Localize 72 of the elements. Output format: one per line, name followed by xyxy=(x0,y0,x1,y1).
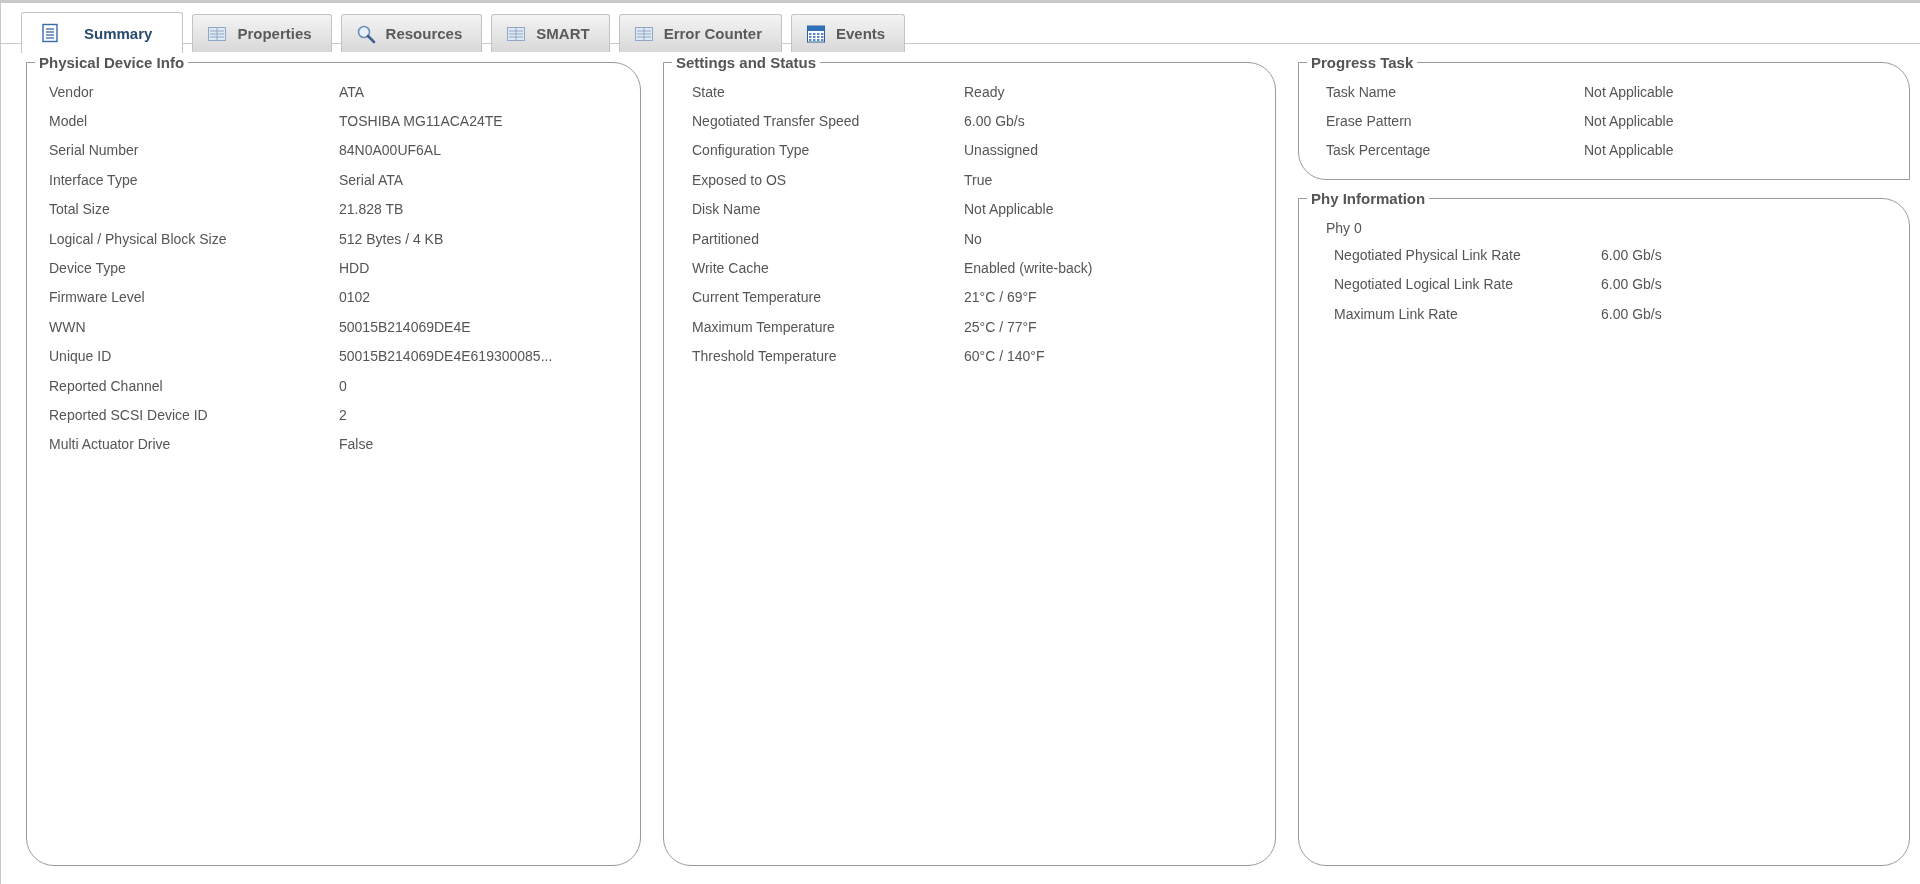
field-value: False xyxy=(339,436,374,453)
field-label: Threshold Temperature xyxy=(692,348,837,365)
field-value: ATA xyxy=(339,83,365,100)
field-label: Negotiated Physical Link Rate xyxy=(1334,246,1521,263)
field-value: 21°C / 69°F xyxy=(964,289,1037,306)
field-value: 0102 xyxy=(339,289,371,306)
field-value: 0 xyxy=(339,377,347,394)
panel-title: Progress Task xyxy=(1310,54,1415,71)
field-label: Configuration Type xyxy=(692,142,810,159)
panel-title: Phy Information xyxy=(1310,190,1427,208)
field-label: Reported Channel xyxy=(49,377,163,394)
field-value: Unassigned xyxy=(964,142,1038,159)
field-label: Write Cache xyxy=(692,260,769,277)
search-icon xyxy=(355,23,376,44)
field-label: Task Name xyxy=(1326,83,1397,100)
field-label: Multi Actuator Drive xyxy=(49,436,171,453)
field-label: Maximum Temperature xyxy=(692,318,835,335)
tab[interactable]: Resources xyxy=(340,14,483,52)
field-label: Exposed to OS xyxy=(692,171,787,188)
field-value: 25°C / 77°F xyxy=(964,318,1037,335)
field-label: Firmware Level xyxy=(49,289,145,306)
field-label: Erase Pattern xyxy=(1326,113,1412,130)
field-label: Negotiated Logical Link Rate xyxy=(1334,276,1513,293)
field-value: 50015B214069DE4E619300085... xyxy=(339,348,553,365)
field-value: 6.00 Gb/s xyxy=(1601,246,1662,263)
field-value: No xyxy=(964,230,982,247)
field-value: 6.00 Gb/s xyxy=(1601,305,1662,322)
field-value: 512 Bytes / 4 KB xyxy=(339,230,444,247)
field-label: Logical / Physical Block Size xyxy=(49,230,227,247)
field-label: WWN xyxy=(49,318,86,335)
panel-title: Physical Device Info xyxy=(38,54,186,71)
field-label: Unique ID xyxy=(49,348,112,365)
field-value: Serial ATA xyxy=(339,171,404,188)
phy-name: Phy 0 xyxy=(1326,220,1362,237)
field-value: TOSHIBA MG11ACA24TE xyxy=(339,113,503,130)
tab[interactable]: SMART xyxy=(491,14,610,52)
field-label: Interface Type xyxy=(49,171,138,188)
field-label: Partitioned xyxy=(692,230,759,247)
panel-title: Settings and Status xyxy=(675,54,818,71)
tab[interactable]: Summary xyxy=(21,12,184,53)
tab[interactable]: Properties xyxy=(192,14,332,52)
field-value: Ready xyxy=(964,83,1005,100)
field-value: 6.00 Gb/s xyxy=(1601,276,1662,293)
field-value: HDD xyxy=(339,260,370,277)
field-value: 21.828 TB xyxy=(339,201,404,218)
field-value: Not Applicable xyxy=(964,201,1054,218)
field-label: Total Size xyxy=(49,201,110,218)
field-value: 60°C / 140°F xyxy=(964,348,1045,365)
field-label: Serial Number xyxy=(49,142,139,159)
field-label: Device Type xyxy=(49,260,126,277)
field-value: 2 xyxy=(339,407,347,423)
field-label: Current Temperature xyxy=(692,289,821,306)
field-value: 6.00 Gb/s xyxy=(964,113,1025,130)
field-value: Not Applicable xyxy=(1584,113,1674,130)
document-icon xyxy=(40,23,60,43)
field-label: Maximum Link Rate xyxy=(1334,305,1458,322)
field-value: Not Applicable xyxy=(1584,142,1674,159)
field-label: Task Percentage xyxy=(1326,142,1431,159)
calendar-icon xyxy=(805,23,826,44)
field-value: 84N0A00UF6AL xyxy=(339,142,441,159)
tab[interactable]: Error Counter xyxy=(618,14,782,52)
field-value: 50015B214069DE4E xyxy=(339,318,471,335)
field-value: Not Applicable xyxy=(1584,83,1674,100)
field-value: Enabled (write-back) xyxy=(964,260,1093,277)
field-label: Negotiated Transfer Speed xyxy=(692,113,860,130)
field-value: True xyxy=(964,171,993,188)
field-label: Disk Name xyxy=(692,201,761,218)
field-label: State xyxy=(692,83,725,100)
field-label: Model xyxy=(49,113,88,130)
tab[interactable]: Events xyxy=(790,14,906,52)
field-label: Vendor xyxy=(49,83,94,100)
field-label: Reported SCSI Device ID xyxy=(49,407,208,423)
